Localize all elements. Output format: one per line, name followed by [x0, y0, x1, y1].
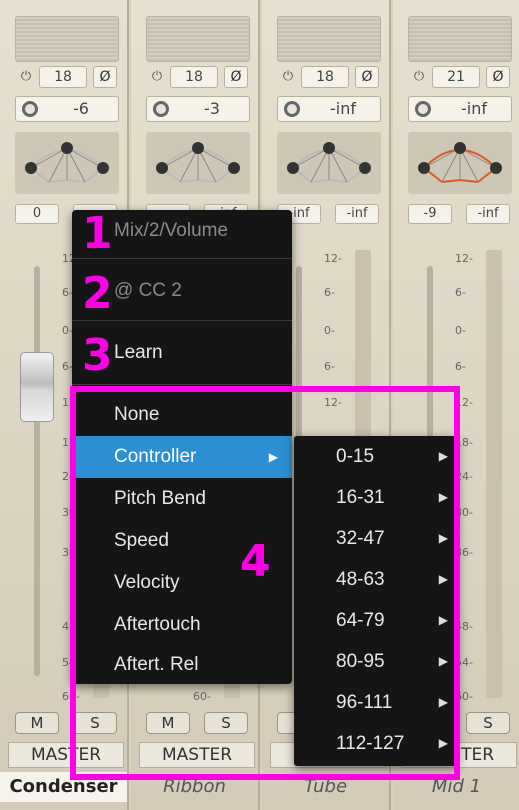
power-icon[interactable]: ⏻ — [17, 68, 35, 86]
gain-value[interactable]: 21 — [432, 66, 480, 88]
pan-value: -6 — [73, 99, 89, 118]
scale-tick: 6- — [324, 360, 335, 373]
fader-value-right[interactable]: -inf — [335, 204, 379, 224]
pan-knob-icon[interactable] — [153, 101, 169, 117]
scale-tick: 12- — [324, 252, 342, 265]
phase-invert-button[interactable]: Ø — [355, 66, 379, 88]
annotation-3: 3 — [82, 330, 113, 381]
phase-invert-button[interactable]: Ø — [93, 66, 117, 88]
scale-tick: 36- — [455, 546, 473, 559]
fader-value-left[interactable]: -9 — [408, 204, 452, 224]
gain-row: ⏻ 18 Ø — [277, 66, 381, 88]
scale-tick: 24- — [455, 470, 473, 483]
gain-row: ⏻ 18 Ø — [146, 66, 250, 88]
annotation-4: 4 — [240, 536, 271, 587]
pan-control[interactable]: -3 — [146, 96, 250, 122]
pan-control[interactable]: -inf — [408, 96, 512, 122]
scale-tick: 54- — [455, 656, 473, 669]
polar-pattern-icon — [25, 142, 109, 183]
gain-row: ⏻ 18 Ø — [15, 66, 119, 88]
pan-knob-icon[interactable] — [284, 101, 300, 117]
gain-value[interactable]: 18 — [170, 66, 218, 88]
scale-tick: 30- — [455, 506, 473, 519]
level-meter — [15, 16, 119, 62]
scale-tick: 6- — [455, 360, 466, 373]
scale-tick: 12- — [455, 252, 473, 265]
phase-invert-button[interactable]: Ø — [224, 66, 248, 88]
fader-value-right[interactable]: -inf — [466, 204, 510, 224]
fader-value-left[interactable]: 0 — [15, 204, 59, 224]
pan-value: -3 — [204, 99, 220, 118]
pan-value: -inf — [461, 99, 487, 118]
polar-pattern-icon — [156, 142, 240, 183]
scale-tick: 6- — [455, 286, 466, 299]
fader-handle[interactable] — [20, 352, 54, 422]
power-icon[interactable]: ⏻ — [148, 68, 166, 86]
pan-knob-icon[interactable] — [415, 101, 431, 117]
gain-row: ⏻ 21 Ø — [408, 66, 512, 88]
polar-pattern-icon — [287, 142, 371, 183]
scale-tick: 60- — [455, 690, 473, 703]
power-icon[interactable]: ⏻ — [279, 68, 297, 86]
level-meter — [408, 16, 512, 62]
phase-invert-button[interactable]: Ø — [486, 66, 510, 88]
polar-pattern[interactable] — [146, 132, 250, 194]
polar-pattern[interactable] — [15, 132, 119, 194]
polar-pattern[interactable] — [408, 132, 512, 194]
level-meter — [277, 16, 381, 62]
solo-button[interactable]: S — [466, 712, 510, 734]
menu-separator — [72, 384, 292, 385]
gain-value[interactable]: 18 — [301, 66, 349, 88]
mute-button[interactable]: M — [15, 712, 59, 734]
scale-tick: 48- — [455, 620, 473, 633]
fader-value-row: -9 -inf — [408, 204, 512, 224]
pan-control[interactable]: -6 — [15, 96, 119, 122]
scale-tick: 0- — [324, 324, 335, 337]
scale-tick: 18- — [455, 436, 473, 449]
scale-tick: 6- — [324, 286, 335, 299]
menu-separator — [72, 320, 292, 321]
fader-track[interactable] — [34, 266, 40, 676]
polar-pattern-icon — [418, 142, 502, 183]
polar-pattern[interactable] — [277, 132, 381, 194]
fader-value-row: -inf -inf — [277, 204, 381, 224]
level-meter — [146, 16, 250, 62]
pan-value: -inf — [330, 99, 356, 118]
annotation-1: 1 — [82, 208, 113, 259]
gain-value[interactable]: 18 — [39, 66, 87, 88]
scale-tick: 12- — [455, 396, 473, 409]
annotation-2: 2 — [82, 268, 113, 319]
pan-knob-icon[interactable] — [22, 101, 38, 117]
scale-tick: 0- — [455, 324, 466, 337]
power-icon[interactable]: ⏻ — [410, 68, 428, 86]
pan-control[interactable]: -inf — [277, 96, 381, 122]
